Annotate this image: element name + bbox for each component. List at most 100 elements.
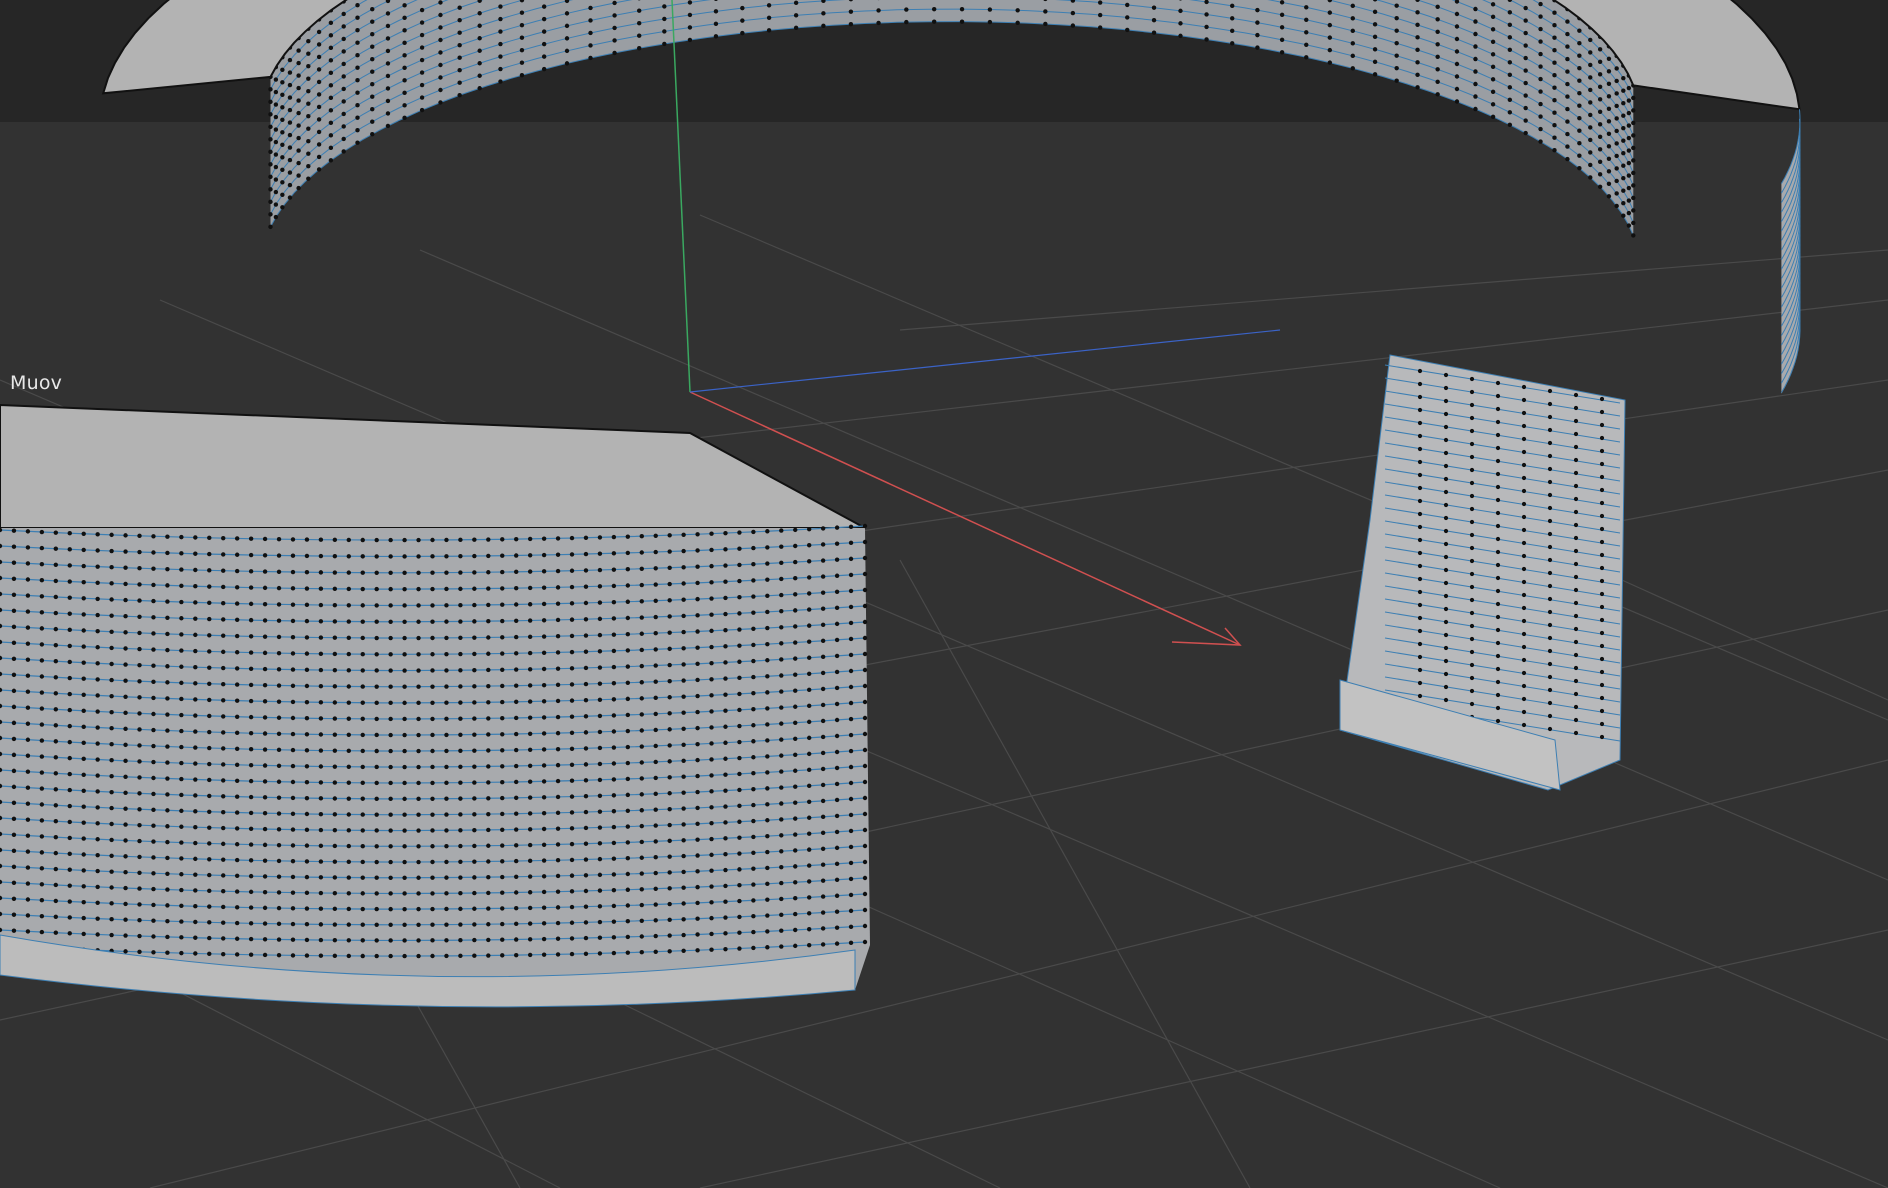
vertex-point — [681, 948, 686, 953]
vertex-point — [653, 839, 658, 844]
vertex-point — [388, 716, 393, 722]
vertex-point — [1372, 47, 1378, 52]
vertex-point — [1417, 485, 1423, 491]
vertex-point — [332, 875, 338, 880]
vertex-point — [67, 675, 72, 681]
vertex-point — [1538, 51, 1543, 57]
vertex-point — [1495, 419, 1501, 425]
vertex-point — [848, 828, 854, 834]
vertex-point — [1495, 718, 1501, 724]
vertex-point — [834, 925, 840, 930]
vertex-point — [695, 932, 700, 937]
vertex-point — [681, 774, 686, 779]
vertex-point — [280, 105, 285, 110]
vertex-point — [1631, 208, 1636, 213]
vertex-point — [806, 655, 812, 660]
vertex-point — [11, 592, 17, 597]
vertex-point — [25, 897, 31, 902]
vertex-point — [360, 537, 365, 543]
vertex-point — [416, 938, 421, 943]
vertex-point — [611, 713, 617, 718]
vertex-point — [207, 745, 212, 751]
vertex-point — [402, 635, 407, 641]
vertex-point — [1599, 448, 1605, 454]
vertex-point — [318, 700, 324, 705]
vertex-point — [1577, 140, 1582, 146]
vertex-point — [438, 87, 443, 93]
vertex-point — [137, 549, 142, 555]
vertex-point — [1614, 203, 1619, 209]
vertex-point — [1588, 62, 1593, 68]
vertex-point — [137, 791, 142, 796]
vertex-point — [639, 647, 644, 653]
vertex-point — [276, 842, 282, 848]
vertex-point — [472, 537, 477, 542]
vertex-point — [514, 715, 519, 721]
vertex-point — [332, 906, 338, 912]
vertex-point — [39, 642, 45, 647]
vertex-point — [165, 887, 170, 892]
vertex-point — [304, 553, 310, 559]
vertex-point — [1443, 515, 1449, 521]
vertex-point — [304, 780, 310, 785]
vertex-point — [262, 618, 268, 623]
vertex-point — [179, 712, 184, 718]
vertex-point — [1015, 20, 1020, 25]
vertex-point — [458, 668, 463, 673]
vertex-point — [234, 666, 240, 671]
vertex-point — [388, 906, 393, 912]
vertex-point — [1521, 501, 1527, 507]
vertex-point — [667, 630, 672, 635]
object-name-label[interactable]: Muov — [10, 372, 62, 394]
vertex-point — [39, 722, 45, 727]
vertex-point — [374, 859, 379, 865]
vertex-point — [457, 93, 462, 98]
vertex-point — [1151, 18, 1157, 23]
vertex-point — [848, 652, 854, 658]
vertex-point — [416, 906, 421, 912]
vertex-point — [287, 120, 293, 125]
vertex-point — [639, 712, 644, 717]
vertex-point — [234, 552, 240, 557]
vertex-point — [39, 802, 45, 807]
vertex-point — [67, 835, 72, 841]
vertex-point — [1469, 441, 1475, 447]
3d-scene[interactable] — [0, 0, 1888, 1188]
vertex-point — [555, 666, 561, 671]
vertex-point — [438, 25, 443, 30]
vertex-point — [248, 536, 254, 541]
vertex-point — [527, 811, 533, 816]
vertex-point — [332, 843, 338, 849]
vertex-point — [306, 63, 311, 69]
vertex-point — [290, 795, 296, 801]
vertex-point — [370, 131, 375, 137]
vertex-point — [653, 918, 658, 923]
vertex-point — [848, 636, 854, 642]
vertex-point — [402, 78, 407, 83]
vertex-point — [625, 887, 631, 892]
vertex-point — [1573, 600, 1579, 606]
vertex-point — [793, 911, 798, 917]
vertex-point — [1443, 372, 1449, 378]
vertex-point — [820, 670, 826, 676]
vertex-point — [67, 915, 72, 920]
vertex-point — [1614, 178, 1619, 184]
vertex-point — [316, 129, 322, 135]
vertex-point — [1538, 126, 1543, 132]
vertex-point — [862, 843, 868, 849]
vertex-point — [179, 808, 184, 814]
vertex-point — [402, 922, 407, 927]
vertex-point — [25, 801, 31, 806]
vertex-point — [695, 677, 700, 683]
vertex-point — [1565, 144, 1570, 149]
vertex-point — [53, 803, 59, 808]
vertex-point — [53, 691, 59, 696]
vertex-point — [287, 57, 293, 63]
vertex-point — [834, 685, 840, 691]
vertex-point — [1435, 67, 1440, 72]
vertex-point — [1394, 40, 1399, 46]
vertex-point — [268, 224, 273, 230]
vertex-point — [500, 906, 505, 911]
vertex-point — [639, 776, 644, 781]
vertex-point — [625, 950, 631, 955]
